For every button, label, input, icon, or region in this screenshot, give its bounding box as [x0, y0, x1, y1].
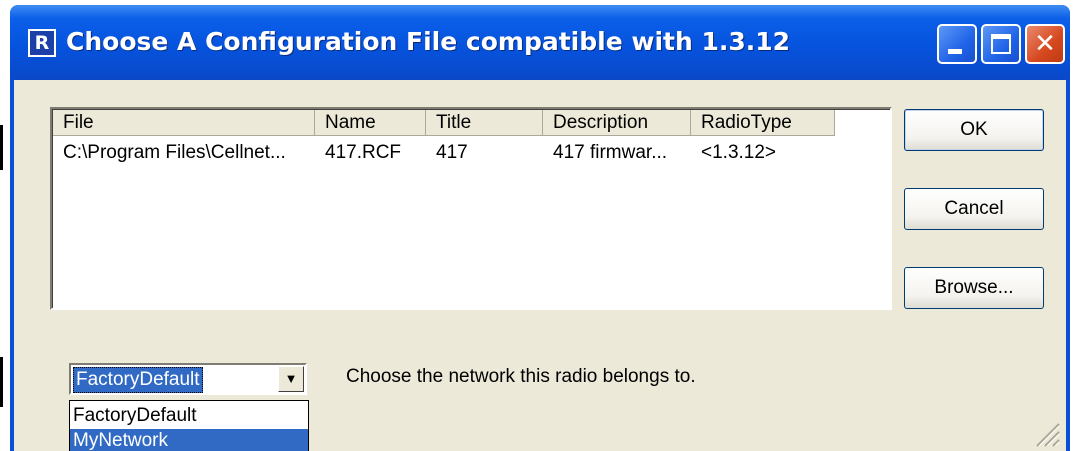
- column-header-description[interactable]: Description: [543, 110, 691, 136]
- browse-button[interactable]: Browse...: [904, 267, 1044, 309]
- dropdown-option-mynetwork[interactable]: MyNetwork: [70, 429, 308, 451]
- minimize-button[interactable]: [937, 24, 977, 64]
- cell-name: 417.RCF: [325, 142, 402, 163]
- dropdown-option-factorydefault[interactable]: FactoryDefault: [70, 404, 308, 428]
- cell-title: 417: [436, 142, 468, 163]
- column-header-radiotype[interactable]: RadioType: [691, 110, 835, 136]
- cell-description: 417 firmwar...: [553, 142, 668, 163]
- edge-mark: [0, 357, 3, 407]
- table-row[interactable]: C:\Program Files\Cellnet... 417.RCF 417 …: [53, 141, 890, 167]
- close-icon: ✕: [1034, 29, 1056, 59]
- config-file-list[interactable]: File Name Title Description RadioType C:…: [50, 107, 892, 310]
- column-header-file[interactable]: File: [53, 110, 315, 136]
- maximize-icon: [991, 34, 1011, 54]
- cell-file: C:\Program Files\Cellnet...: [63, 142, 286, 163]
- chevron-down-icon[interactable]: ▼: [278, 366, 304, 392]
- title-bar[interactable]: R Choose A Configuration File compatible…: [10, 5, 1070, 80]
- list-header: File Name Title Description RadioType: [53, 110, 890, 136]
- close-button[interactable]: ✕: [1025, 24, 1065, 64]
- window-title: Choose A Configuration File compatible w…: [66, 27, 791, 56]
- ok-button[interactable]: OK: [904, 109, 1044, 151]
- dialog-client-area: File Name Title Description RadioType C:…: [14, 80, 1066, 451]
- cell-radiotype: <1.3.12>: [701, 142, 777, 163]
- network-hint-label: Choose the network this radio belongs to…: [346, 366, 696, 387]
- network-select[interactable]: FactoryDefault ▼: [69, 363, 307, 395]
- dialog-window: R Choose A Configuration File compatible…: [10, 5, 1070, 451]
- network-select-value: FactoryDefault: [73, 367, 203, 393]
- maximize-button[interactable]: [981, 24, 1021, 64]
- column-header-title[interactable]: Title: [426, 110, 543, 136]
- column-header-name[interactable]: Name: [315, 110, 426, 136]
- edge-mark: [0, 125, 3, 170]
- minimize-icon: [948, 49, 962, 54]
- network-dropdown-list[interactable]: FactoryDefault MyNetwork: [69, 400, 309, 451]
- cancel-button[interactable]: Cancel: [904, 188, 1044, 230]
- app-icon[interactable]: R: [28, 29, 56, 57]
- resize-grip-icon[interactable]: [1032, 419, 1060, 447]
